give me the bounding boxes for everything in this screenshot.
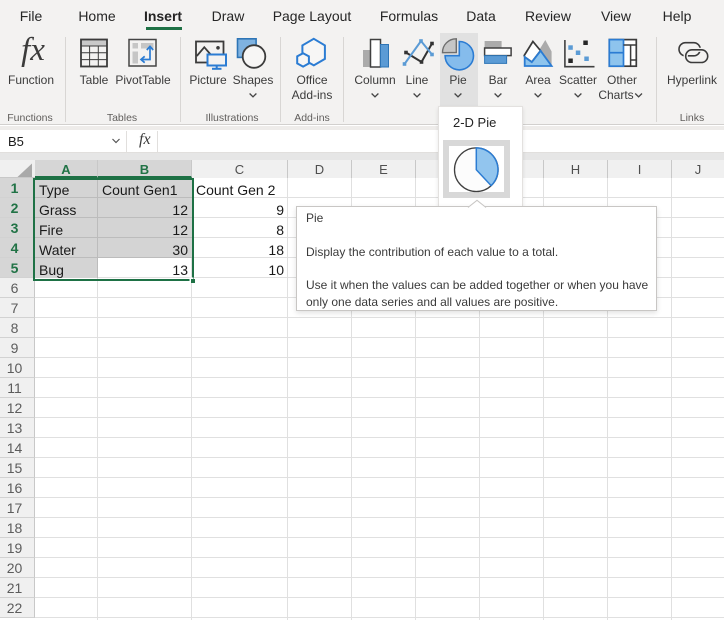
svg-text:fx: fx bbox=[21, 32, 45, 68]
